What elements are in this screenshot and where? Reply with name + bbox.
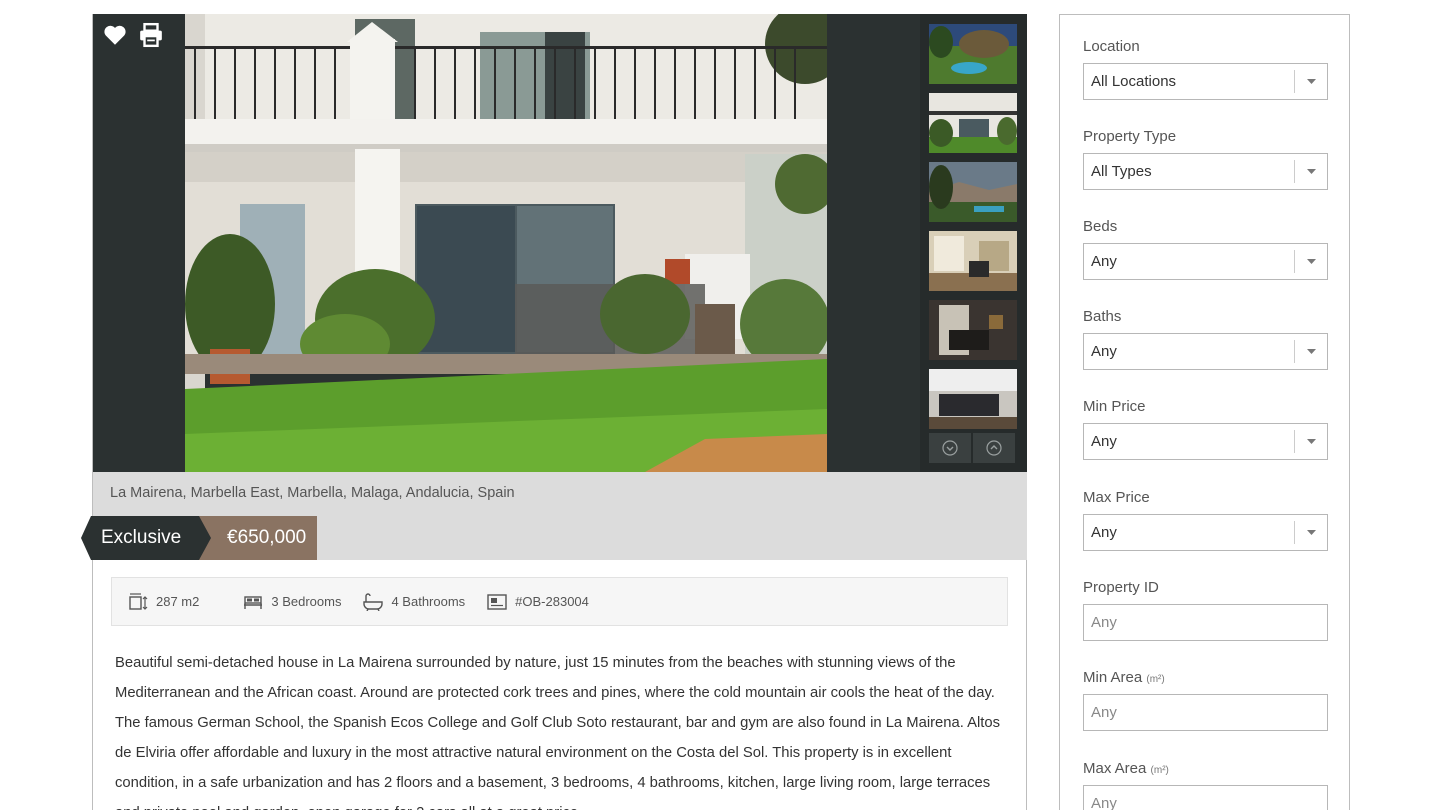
thumbnail-5[interactable] — [929, 300, 1017, 360]
id-card-icon — [487, 593, 507, 610]
caret-down-icon — [1294, 521, 1327, 544]
max-price-value: Any — [1091, 524, 1117, 541]
min-price-select[interactable]: Any — [1083, 423, 1328, 460]
stat-bedrooms: 3 Bedrooms — [243, 594, 341, 610]
exclusive-badge: Exclusive — [81, 516, 213, 560]
baths-field: Baths Any — [1083, 307, 1328, 370]
thumbnail-scroll-up-button[interactable] — [973, 433, 1015, 463]
min-price-field: Min Price Any — [1083, 397, 1328, 460]
thumbnail-2[interactable] — [929, 93, 1017, 153]
max-area-field: Max Area (m²) Any — [1083, 759, 1328, 810]
property-stats: 287 m2 3 Bedrooms 4 Bathrooms #OB-283004 — [111, 577, 1008, 626]
caret-down-icon — [1294, 70, 1327, 93]
min-price-value: Any — [1091, 433, 1117, 450]
max-area-unit: (m²) — [1150, 765, 1169, 776]
max-area-input[interactable]: Any — [1083, 785, 1328, 810]
stat-bathrooms: 4 Bathrooms — [363, 592, 466, 611]
area-value: 287 m2 — [156, 594, 200, 609]
price-badge: €650,000 — [199, 516, 317, 560]
thumbnail-1[interactable] — [929, 24, 1017, 84]
caret-down-icon — [1294, 430, 1327, 453]
beds-value: Any — [1091, 253, 1117, 270]
thumbnail-scroll-down-button[interactable] — [929, 433, 971, 463]
location-field: Location All Locations — [1083, 37, 1328, 100]
min-area-unit: (m²) — [1146, 674, 1165, 685]
main-photo[interactable] — [185, 14, 827, 472]
bed-icon — [244, 595, 263, 609]
max-price-select[interactable]: Any — [1083, 514, 1328, 551]
min-area-input[interactable]: Any — [1083, 694, 1328, 731]
thumbnail-strip — [920, 14, 1027, 472]
chevron-up-icon — [986, 440, 1002, 456]
baths-label: Baths — [1083, 308, 1122, 325]
caret-down-icon — [1294, 340, 1327, 363]
chevron-down-icon — [942, 440, 958, 456]
property-type-select[interactable]: All Types — [1083, 153, 1328, 190]
property-id-field: Property ID Any — [1083, 578, 1328, 641]
stat-area: 287 m2 — [128, 592, 199, 612]
property-address: La Mairena, Marbella East, Marbella, Mal… — [110, 485, 515, 501]
beds-label: Beds — [1083, 218, 1118, 235]
max-area-label: Max Area (m²) — [1083, 759, 1328, 779]
max-price-label: Max Price — [1083, 489, 1150, 506]
thumbnail-6[interactable] — [929, 369, 1017, 429]
property-type-value: All Types — [1091, 163, 1152, 180]
area-icon — [129, 592, 148, 610]
min-area-label-text: Min Area — [1083, 669, 1143, 686]
min-area-label: Min Area (m²) — [1083, 668, 1328, 688]
stat-reference: #OB-283004 — [487, 593, 589, 610]
min-area-field: Min Area (m²) Any — [1083, 668, 1328, 731]
beds-select[interactable]: Any — [1083, 243, 1328, 280]
property-id-label: Property ID — [1083, 579, 1159, 596]
property-listing: La Mairena, Marbella East, Marbella, Mal… — [81, 14, 1027, 810]
heart-icon[interactable] — [102, 22, 128, 48]
caret-down-icon — [1294, 160, 1327, 183]
search-sidebar: Location All Locations Property Type All… — [1059, 14, 1350, 810]
location-select[interactable]: All Locations — [1083, 63, 1328, 100]
max-price-field: Max Price Any — [1083, 488, 1328, 551]
bedrooms-value: 3 Bedrooms — [271, 594, 342, 609]
max-area-label-text: Max Area — [1083, 760, 1147, 777]
thumbnail-3[interactable] — [929, 162, 1017, 222]
bathrooms-value: 4 Bathrooms — [391, 594, 466, 609]
reference-value: #OB-283004 — [515, 594, 589, 609]
min-price-label: Min Price — [1083, 398, 1146, 415]
print-icon[interactable] — [138, 22, 164, 48]
baths-select[interactable]: Any — [1083, 333, 1328, 370]
thumbnail-4[interactable] — [929, 231, 1017, 291]
caret-down-icon — [1294, 250, 1327, 273]
baths-value: Any — [1091, 343, 1117, 360]
location-label: Location — [1083, 38, 1140, 55]
property-description: Beautiful semi-detached house in La Mair… — [115, 655, 1001, 810]
property-type-label: Property Type — [1083, 128, 1177, 145]
property-type-field: Property Type All Types — [1083, 127, 1328, 190]
beds-field: Beds Any — [1083, 217, 1328, 280]
property-id-input[interactable]: Any — [1083, 604, 1328, 641]
bath-icon — [363, 592, 384, 611]
photo-gallery — [93, 14, 1027, 472]
location-value: All Locations — [1091, 73, 1177, 90]
